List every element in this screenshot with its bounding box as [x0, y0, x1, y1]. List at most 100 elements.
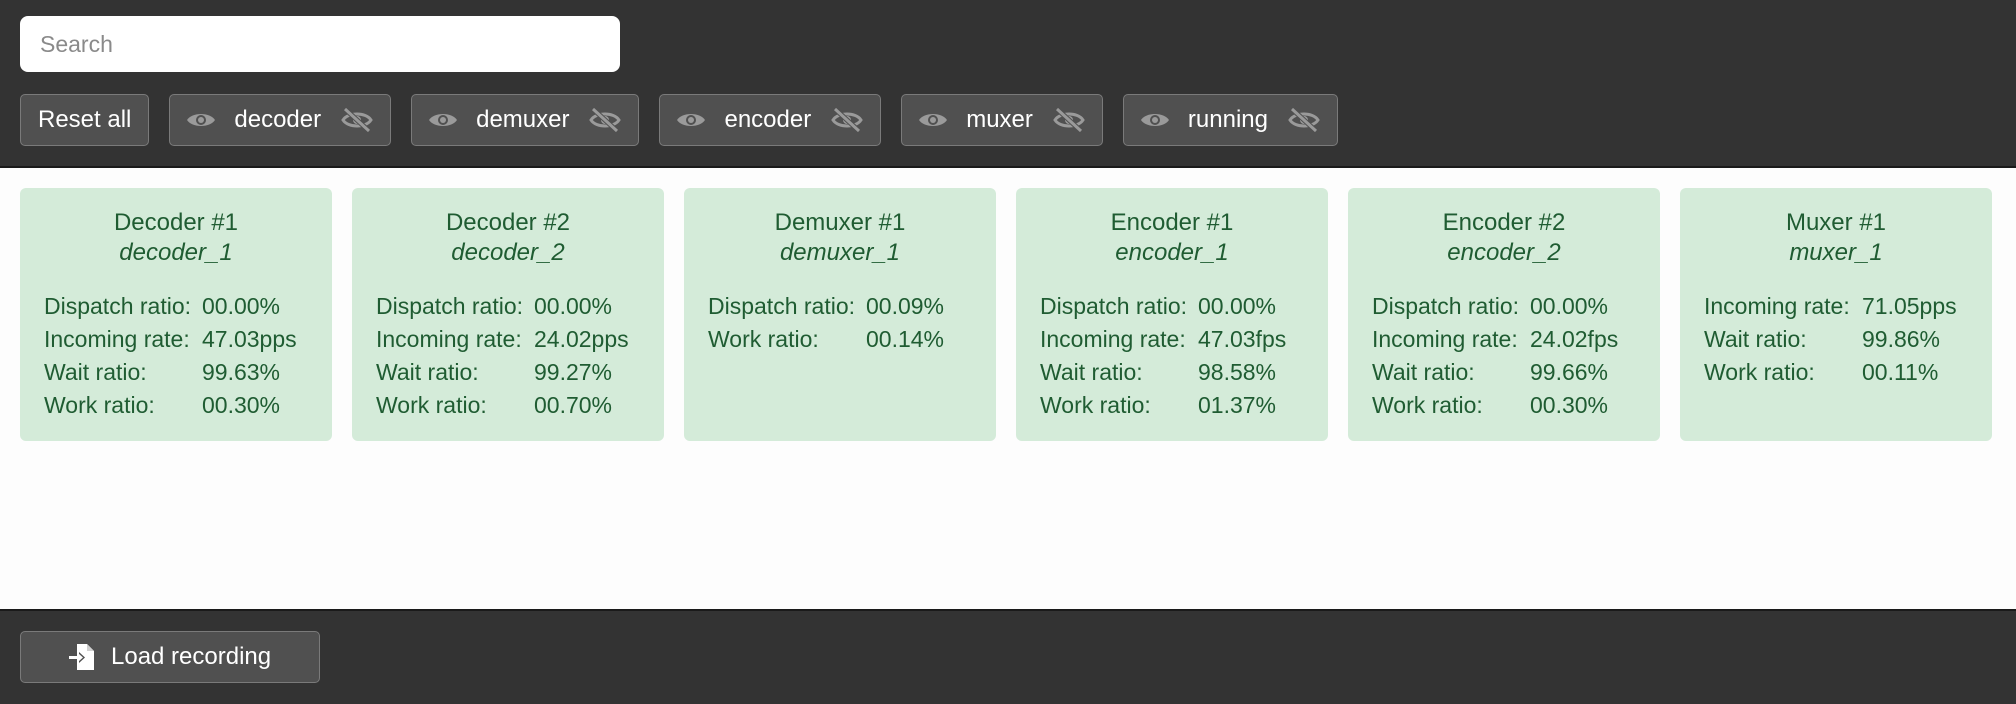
stat-row: Incoming rate: 24.02pps: [376, 323, 664, 356]
search-input[interactable]: [20, 16, 620, 72]
filter-chip-running[interactable]: running: [1122, 94, 1338, 146]
stat-value: 00.00%: [534, 293, 613, 319]
stat-row: Work ratio: 01.37%: [1040, 389, 1328, 422]
load-recording-button[interactable]: Load recording: [20, 631, 320, 683]
filter-chip-decoder[interactable]: decoder: [169, 94, 392, 146]
top-bar: Reset all decoder demuxer encoder: [0, 0, 2016, 168]
filter-chip-label: muxer: [966, 106, 1033, 133]
node-card-decoder-1[interactable]: Decoder #1 decoder_1 Dispatch ratio: 00.0…: [20, 188, 332, 441]
stat-value: 99.66%: [1530, 359, 1609, 385]
stat-label: Dispatch ratio:: [1372, 293, 1520, 319]
stat-value: 00.14%: [866, 326, 945, 352]
stat-label: Incoming rate:: [1372, 326, 1518, 352]
stat-row: Incoming rate: 71.05pps: [1704, 290, 1992, 323]
stat-label: Dispatch ratio:: [1040, 293, 1188, 319]
filter-chip-encoder[interactable]: encoder: [659, 94, 882, 146]
stat-label: Incoming rate:: [1704, 293, 1850, 319]
card-id: encoder_1: [1115, 239, 1229, 266]
eye-off-icon[interactable]: [1288, 106, 1320, 134]
stat-value: 00.09%: [866, 293, 945, 319]
eye-off-icon[interactable]: [341, 106, 373, 134]
stat-value: 00.00%: [1530, 293, 1609, 319]
node-card-list: Decoder #1 decoder_1 Dispatch ratio: 00.0…: [20, 188, 1992, 441]
stat-value: 01.37%: [1198, 392, 1277, 418]
stat-label: Dispatch ratio:: [44, 293, 192, 319]
stat-row: Work ratio: 00.70%: [376, 389, 664, 422]
filter-chip-muxer[interactable]: muxer: [901, 94, 1103, 146]
stat-row: Work ratio: 00.14%: [708, 323, 996, 356]
stat-label: Work ratio:: [1040, 392, 1151, 418]
stat-value: 00.30%: [202, 392, 281, 418]
stat-label: Incoming rate:: [44, 326, 190, 352]
card-title: Encoder #2: [1442, 209, 1566, 236]
stat-label: Work ratio:: [44, 392, 155, 418]
stat-row: Dispatch ratio: 00.00%: [1040, 290, 1328, 323]
card-title: Decoder #1: [113, 209, 239, 236]
stat-row: Incoming rate: 47.03fps: [1040, 323, 1328, 356]
eye-off-icon[interactable]: [831, 106, 863, 134]
stat-label: Dispatch ratio:: [708, 293, 856, 319]
filter-chip-label: demuxer: [476, 106, 570, 133]
stat-row: Work ratio: 00.30%: [1372, 389, 1660, 422]
card-id: decoder_2: [451, 239, 565, 266]
stat-value: 00.11%: [1862, 359, 1939, 385]
card-id: encoder_2: [1447, 239, 1561, 266]
filter-chip-demuxer[interactable]: demuxer: [411, 94, 640, 146]
node-card-demuxer-1[interactable]: Demuxer #1 demuxer_1 Dispatch ratio: 00.0…: [684, 188, 996, 441]
card-title: Decoder #2: [445, 209, 571, 236]
filter-chip-label: decoder: [234, 106, 322, 133]
card-title: Muxer #1: [1785, 209, 1887, 236]
bottom-bar: Load recording: [0, 609, 2016, 704]
stat-label: Incoming rate:: [376, 326, 522, 352]
stat-label: Wait ratio:: [376, 359, 479, 385]
filter-toolbar: Reset all decoder demuxer encoder muxer …: [20, 94, 1338, 146]
eye-icon[interactable]: [1140, 109, 1170, 131]
node-card-encoder-2[interactable]: Encoder #2 encoder_2 Dispatch ratio: 00.0…: [1348, 188, 1660, 441]
node-card-encoder-1[interactable]: Encoder #1 encoder_1 Dispatch ratio: 00.0…: [1016, 188, 1328, 441]
stat-row: Dispatch ratio: 00.00%: [1372, 290, 1660, 323]
stat-label: Work ratio:: [1372, 392, 1483, 418]
stat-row: Wait ratio: 99.86%: [1704, 323, 1992, 356]
reset-all-button[interactable]: Reset all: [20, 94, 150, 146]
stat-label: Incoming rate:: [1040, 326, 1186, 352]
stat-row: Dispatch ratio: 00.09%: [708, 290, 996, 323]
stat-label: Work ratio:: [1704, 359, 1815, 385]
eye-icon[interactable]: [428, 109, 458, 131]
stat-value: 00.30%: [1530, 392, 1609, 418]
stat-row: Wait ratio: 98.58%: [1040, 356, 1328, 389]
stat-row: Wait ratio: 99.63%: [44, 356, 332, 389]
node-card-muxer-1[interactable]: Muxer #1 muxer_1 Incoming rate: 71.05pps …: [1680, 188, 1992, 441]
stat-label: Wait ratio:: [1704, 326, 1807, 352]
stat-label: Work ratio:: [376, 392, 487, 418]
stat-label: Wait ratio:: [1372, 359, 1475, 385]
filter-chip-label: running: [1187, 106, 1268, 133]
stat-label: Wait ratio:: [1040, 359, 1143, 385]
stat-label: Wait ratio:: [44, 359, 147, 385]
stat-label: Work ratio:: [708, 326, 819, 352]
eye-icon[interactable]: [918, 109, 948, 131]
card-id: muxer_1: [1789, 239, 1883, 266]
stat-row: Work ratio: 00.30%: [44, 389, 332, 422]
stat-row: Wait ratio: 99.66%: [1372, 356, 1660, 389]
stat-row: Dispatch ratio: 00.00%: [376, 290, 664, 323]
eye-off-icon[interactable]: [1053, 106, 1085, 134]
stat-value: 00.00%: [202, 293, 281, 319]
stat-row: Wait ratio: 99.27%: [376, 356, 664, 389]
stat-value: 24.02fps: [1530, 326, 1619, 352]
card-title: Encoder #1: [1110, 209, 1234, 236]
node-card-decoder-2[interactable]: Decoder #2 decoder_2 Dispatch ratio: 00.0…: [352, 188, 664, 441]
stat-value: 99.63%: [202, 359, 281, 385]
stat-value: 71.05pps: [1862, 293, 1957, 319]
eye-icon[interactable]: [186, 109, 216, 131]
file-import-icon: [69, 643, 95, 671]
card-id: decoder_1: [119, 239, 233, 266]
stat-value: 47.03fps: [1198, 326, 1287, 352]
eye-off-icon[interactable]: [589, 106, 622, 134]
eye-icon[interactable]: [676, 109, 706, 131]
stat-row: Work ratio: 00.11%: [1704, 356, 1992, 389]
filter-chip-label: encoder: [724, 106, 812, 133]
stat-value: 98.58%: [1198, 359, 1277, 385]
stat-value: 00.70%: [534, 392, 613, 418]
stat-row: Incoming rate: 24.02fps: [1372, 323, 1660, 356]
card-title: Demuxer #1: [774, 209, 906, 236]
